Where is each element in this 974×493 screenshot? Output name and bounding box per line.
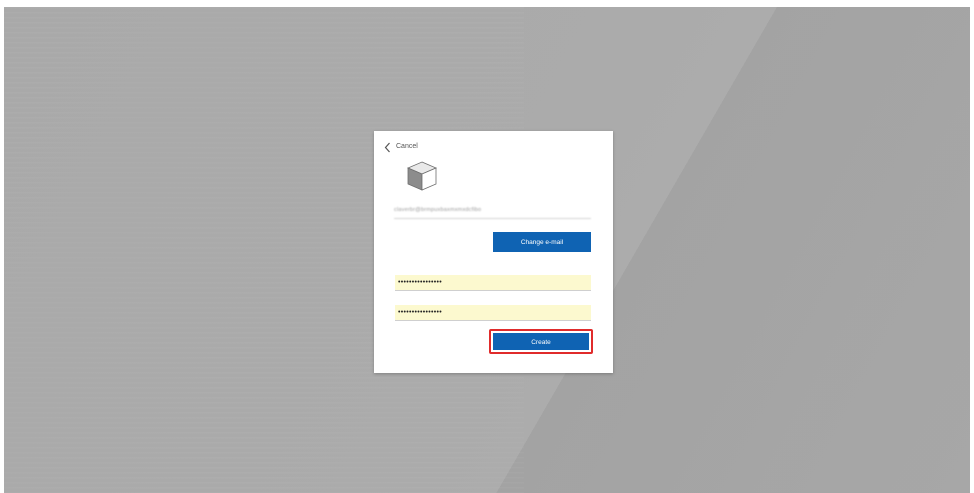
cube-icon (406, 161, 438, 191)
create-button[interactable]: Create (493, 333, 589, 350)
cancel-label: Cancel (396, 143, 418, 150)
cancel-link[interactable]: Cancel (384, 140, 418, 154)
create-account-dialog: Cancel claverbr@brmpuxbaxmxmxdcfibo Chan… (374, 131, 613, 373)
change-email-button[interactable]: Change e-mail (493, 232, 591, 252)
chevron-left-icon (384, 142, 390, 152)
confirm-password-field[interactable] (395, 305, 591, 321)
email-field[interactable]: claverbr@brmpuxbaxmxmxdcfibo (394, 202, 591, 219)
password-field[interactable] (395, 275, 591, 291)
